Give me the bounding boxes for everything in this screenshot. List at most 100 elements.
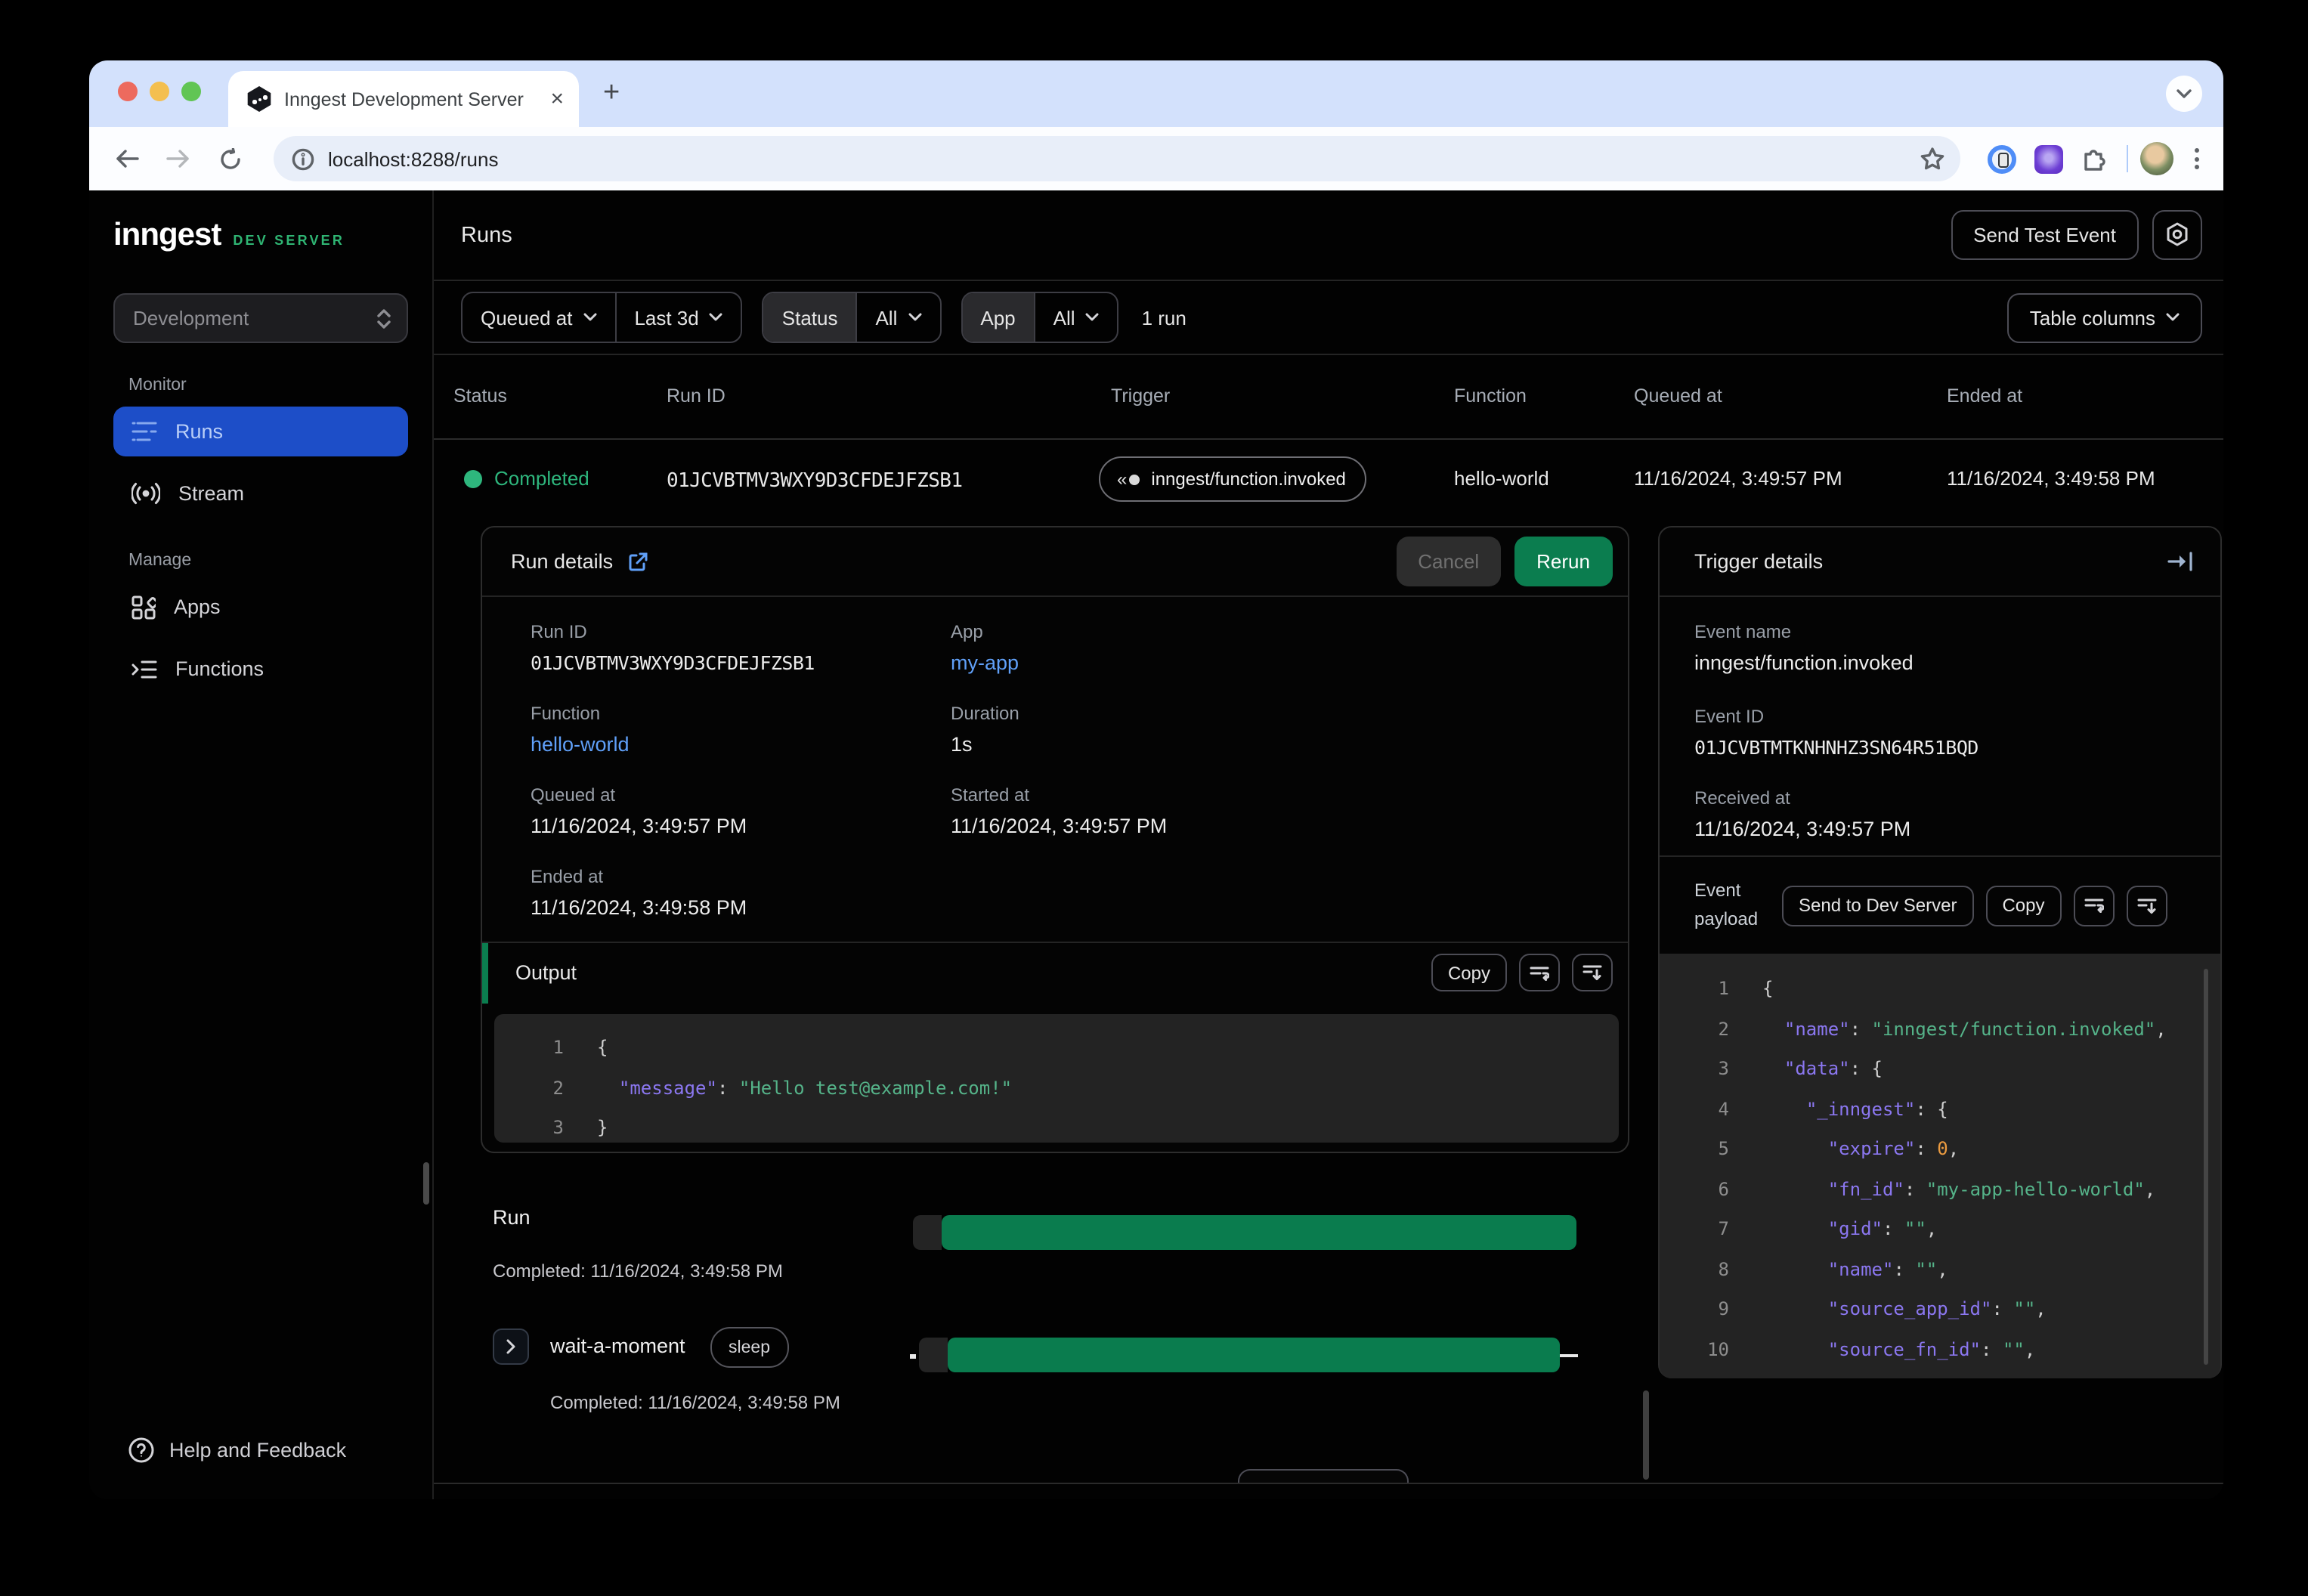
send-test-event-button[interactable]: Send Test Event (1951, 210, 2139, 260)
browser-menu-icon[interactable] (2189, 142, 2205, 175)
gear-icon (2167, 222, 2188, 246)
step-duration-bar[interactable] (948, 1338, 1560, 1372)
event-id-label: Event ID (1694, 706, 1765, 727)
sidebar-item-label: Runs (175, 420, 224, 443)
forward-button[interactable] (159, 139, 198, 178)
col-run-id: Run ID (667, 385, 726, 407)
payload-expand-button[interactable] (2126, 885, 2167, 926)
status-filter-value[interactable]: All (855, 293, 939, 342)
output-wrap-button[interactable] (1519, 954, 1560, 991)
code-line: 11 "source_fn_v": 0 (1660, 1369, 2220, 1378)
output-code-block[interactable]: 1{2 "message": "Hello test@example.com!"… (494, 1014, 1619, 1143)
stream-icon (131, 482, 160, 505)
runs-icon (131, 422, 157, 441)
sidebar-item-runs[interactable]: Runs (113, 407, 408, 456)
reload-button[interactable] (210, 139, 249, 178)
step-expand-button[interactable] (493, 1328, 529, 1365)
table-row[interactable]: Completed 01JCVBTMV3WXY9D3CFDEJFZSB1 « i… (434, 440, 2223, 521)
send-to-dev-server-button[interactable]: Send to Dev Server (1782, 885, 1974, 926)
minimize-window-button[interactable] (150, 82, 169, 101)
zoom-window-button[interactable] (181, 82, 201, 101)
app-link[interactable]: my-app (951, 651, 1019, 674)
app-filter[interactable]: App All (961, 292, 1119, 343)
code-line: 8 "name": "", (1718, 1258, 1948, 1280)
sidebar-section-manage: Manage (128, 552, 192, 570)
payload-scrollbar[interactable] (2204, 969, 2208, 1365)
main-pane: Runs Send Test Event Queued at Last 3d S… (434, 190, 2223, 1499)
function-link[interactable]: hello-world (531, 733, 630, 756)
table-bottom-border (434, 1483, 2223, 1484)
tab-close-icon[interactable]: × (550, 88, 564, 110)
load-more-button-partial[interactable] (1238, 1469, 1409, 1483)
purple-extension-icon[interactable] (2030, 141, 2066, 177)
trigger-badge[interactable]: « inngest/function.invoked (1099, 456, 1367, 502)
profile-avatar[interactable] (2140, 142, 2173, 175)
event-payload-header: Event payload Send to Dev Server Copy (1660, 855, 2220, 954)
run-id-label: Run ID (531, 621, 587, 642)
col-ended-at: Ended at (1947, 385, 2023, 407)
sidebar-scrollbar[interactable] (423, 1162, 429, 1205)
event-name-label: Event name (1694, 621, 1792, 642)
status-dot (464, 470, 482, 488)
code-line: 5 "expire": 0, (1718, 1138, 1960, 1160)
code-line: 4 "_inngest": { (1718, 1098, 1948, 1120)
help-and-feedback[interactable]: Help and Feedback (128, 1437, 346, 1463)
run-duration-bar[interactable] (942, 1215, 1576, 1250)
sidebar-item-stream[interactable]: Stream (113, 469, 408, 518)
rerun-button[interactable]: Rerun (1514, 537, 1613, 586)
started-at-value: 11/16/2024, 3:49:57 PM (951, 815, 1168, 837)
output-copy-button[interactable]: Copy (1431, 954, 1507, 991)
step-queue-bar (919, 1338, 948, 1372)
code-line: 3} (552, 1117, 608, 1139)
event-payload-code-block[interactable]: 1{2 "name": "inngest/function.invoked", 3… (1660, 954, 2220, 1378)
external-link-icon[interactable] (627, 551, 648, 572)
back-button[interactable] (107, 139, 147, 178)
output-status-accent (482, 943, 488, 1004)
time-filter[interactable]: Queued at Last 3d (461, 292, 743, 343)
time-range-select[interactable]: Last 3d (614, 293, 741, 342)
environment-selector[interactable]: Development (113, 293, 408, 343)
sidebar-item-apps[interactable]: Apps (113, 582, 408, 632)
close-window-button[interactable] (118, 82, 138, 101)
collapse-panel-icon[interactable] (2167, 552, 2193, 571)
col-status: Status (453, 385, 507, 407)
chevron-down-icon (908, 313, 921, 321)
cancel-button[interactable]: Cancel (1397, 537, 1501, 586)
browser-window: Inngest Development Server × + localhost… (89, 60, 2223, 1499)
timeline-run-completed: Completed: 11/16/2024, 3:49:58 PM (493, 1260, 783, 1282)
started-at-label: Started at (951, 784, 1030, 806)
new-tab-button[interactable]: + (603, 79, 620, 107)
status-filter-label: Status (763, 293, 856, 342)
trigger-details-card: Trigger details Event name inngest/funct… (1658, 526, 2222, 1378)
url-text[interactable]: localhost:8288/runs (328, 147, 1920, 170)
site-info-icon[interactable] (292, 147, 314, 170)
run-queue-bar (913, 1215, 942, 1250)
row-run-id: 01JCVBTMV3WXY9D3CFDEJFZSB1 (667, 470, 963, 493)
window-controls[interactable] (118, 82, 201, 101)
table-columns-button[interactable]: Table columns (2006, 292, 2202, 342)
step-end-tick (1560, 1354, 1578, 1357)
payload-wrap-button[interactable] (2073, 885, 2115, 926)
payload-copy-button[interactable]: Copy (1985, 885, 2062, 926)
code-line: 2 "message": "Hello test@example.com!" (552, 1077, 1013, 1099)
extensions-puzzle-icon[interactable] (2077, 141, 2113, 177)
details-pane-scrollbar[interactable] (1643, 1390, 1649, 1480)
timeline-step-completed: Completed: 11/16/2024, 3:49:58 PM (550, 1392, 840, 1413)
status-filter[interactable]: Status All (762, 292, 942, 343)
time-field-select[interactable]: Queued at (463, 293, 614, 342)
toolbar-divider (2127, 145, 2128, 172)
browser-tab[interactable]: Inngest Development Server × (228, 71, 579, 127)
app-filter-value[interactable]: All (1033, 293, 1118, 342)
dev-server-badge: DEV SERVER (233, 233, 345, 248)
sidebar-item-functions[interactable]: Functions (113, 644, 408, 694)
address-bar[interactable]: localhost:8288/runs (274, 136, 1960, 181)
password-manager-extension-icon[interactable] (1983, 141, 2019, 177)
trigger-details-title: Trigger details (1694, 550, 1824, 573)
output-expand-button[interactable] (1572, 954, 1613, 991)
tab-search-button[interactable] (2166, 76, 2202, 112)
settings-gear-button[interactable] (2152, 210, 2202, 260)
run-details-card: Run details Cancel Rerun Run ID 01JCVBTM… (481, 526, 1629, 1153)
bookmark-star-icon[interactable] (1920, 147, 1945, 171)
output-title: Output (515, 961, 577, 984)
received-at-value: 11/16/2024, 3:49:57 PM (1694, 818, 1911, 840)
